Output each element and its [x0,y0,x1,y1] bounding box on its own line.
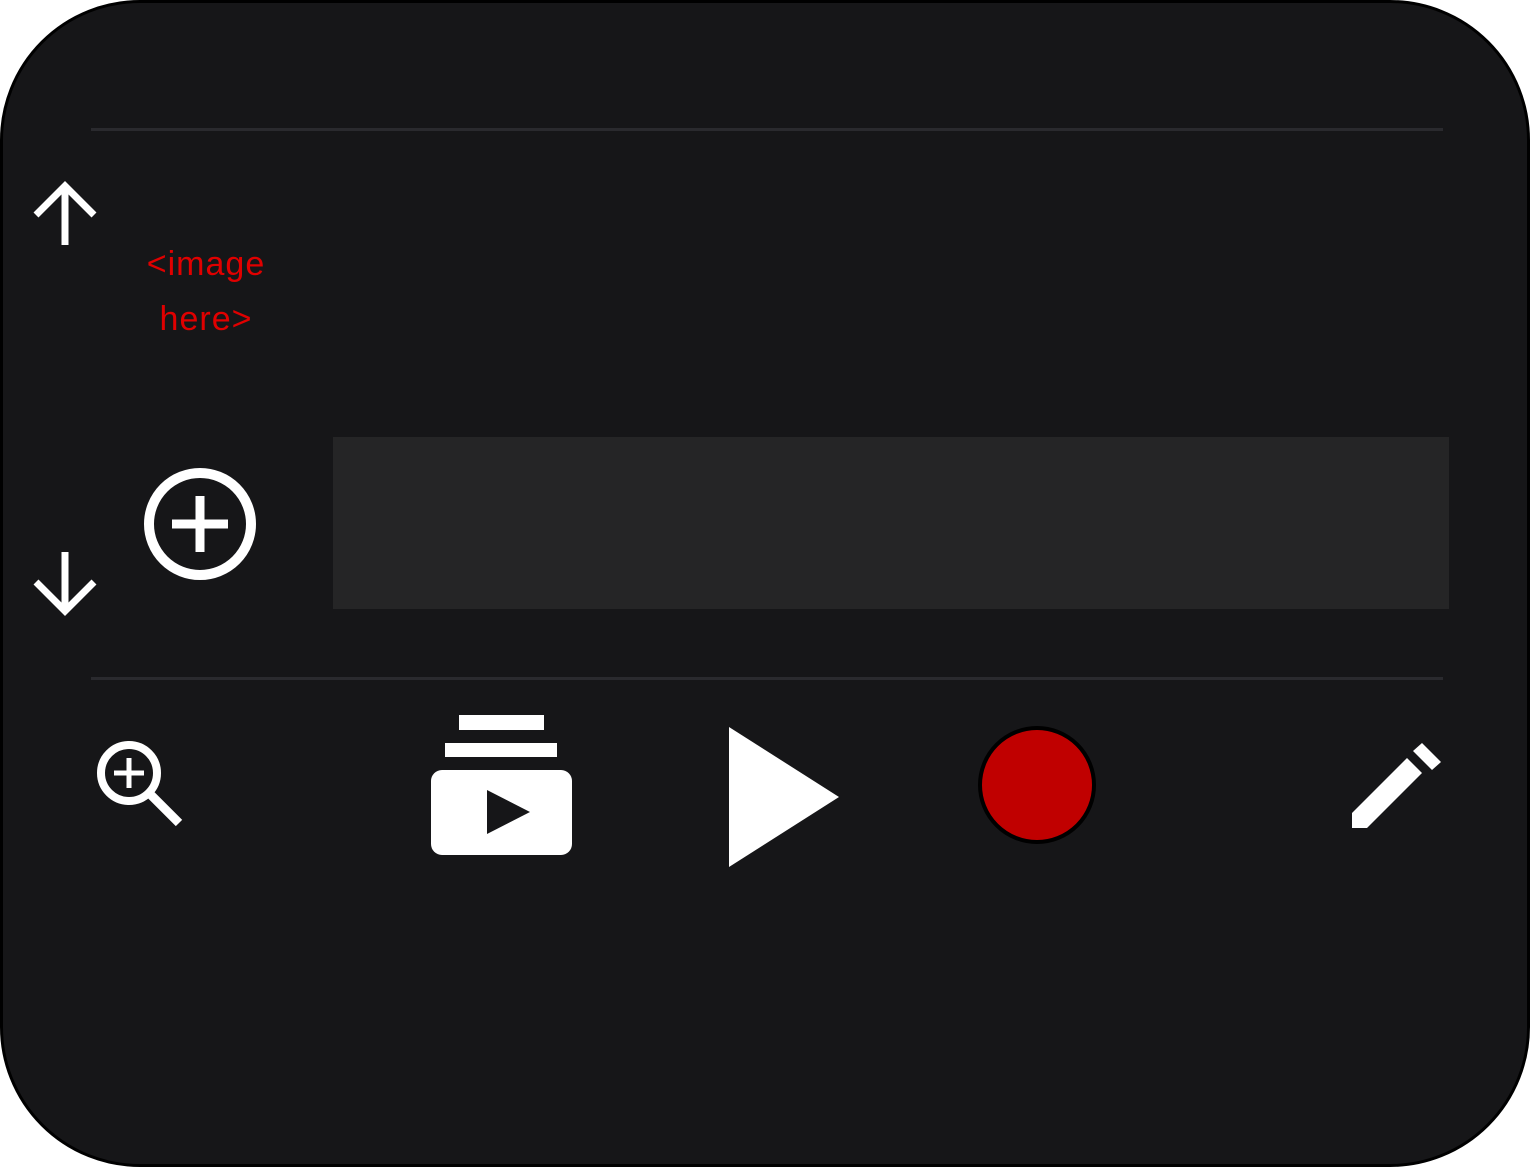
image-placeholder: <image here> [121,237,291,347]
placeholder-line-2: here> [159,300,253,338]
record-icon[interactable] [975,723,1099,847]
placeholder-line-1: <image [146,245,266,283]
pencil-icon[interactable] [1347,735,1447,835]
arrow-up-icon[interactable] [30,178,100,248]
editor-panel: <image here> [0,0,1530,1167]
video-playlist-icon[interactable] [428,712,576,860]
play-icon[interactable] [725,723,845,871]
arrow-down-icon[interactable] [30,549,100,619]
zoom-in-icon[interactable] [91,735,191,835]
add-circle-icon[interactable] [141,465,261,585]
top-divider [91,128,1443,131]
bottom-divider [91,677,1443,680]
timeline-track[interactable] [333,437,1449,609]
